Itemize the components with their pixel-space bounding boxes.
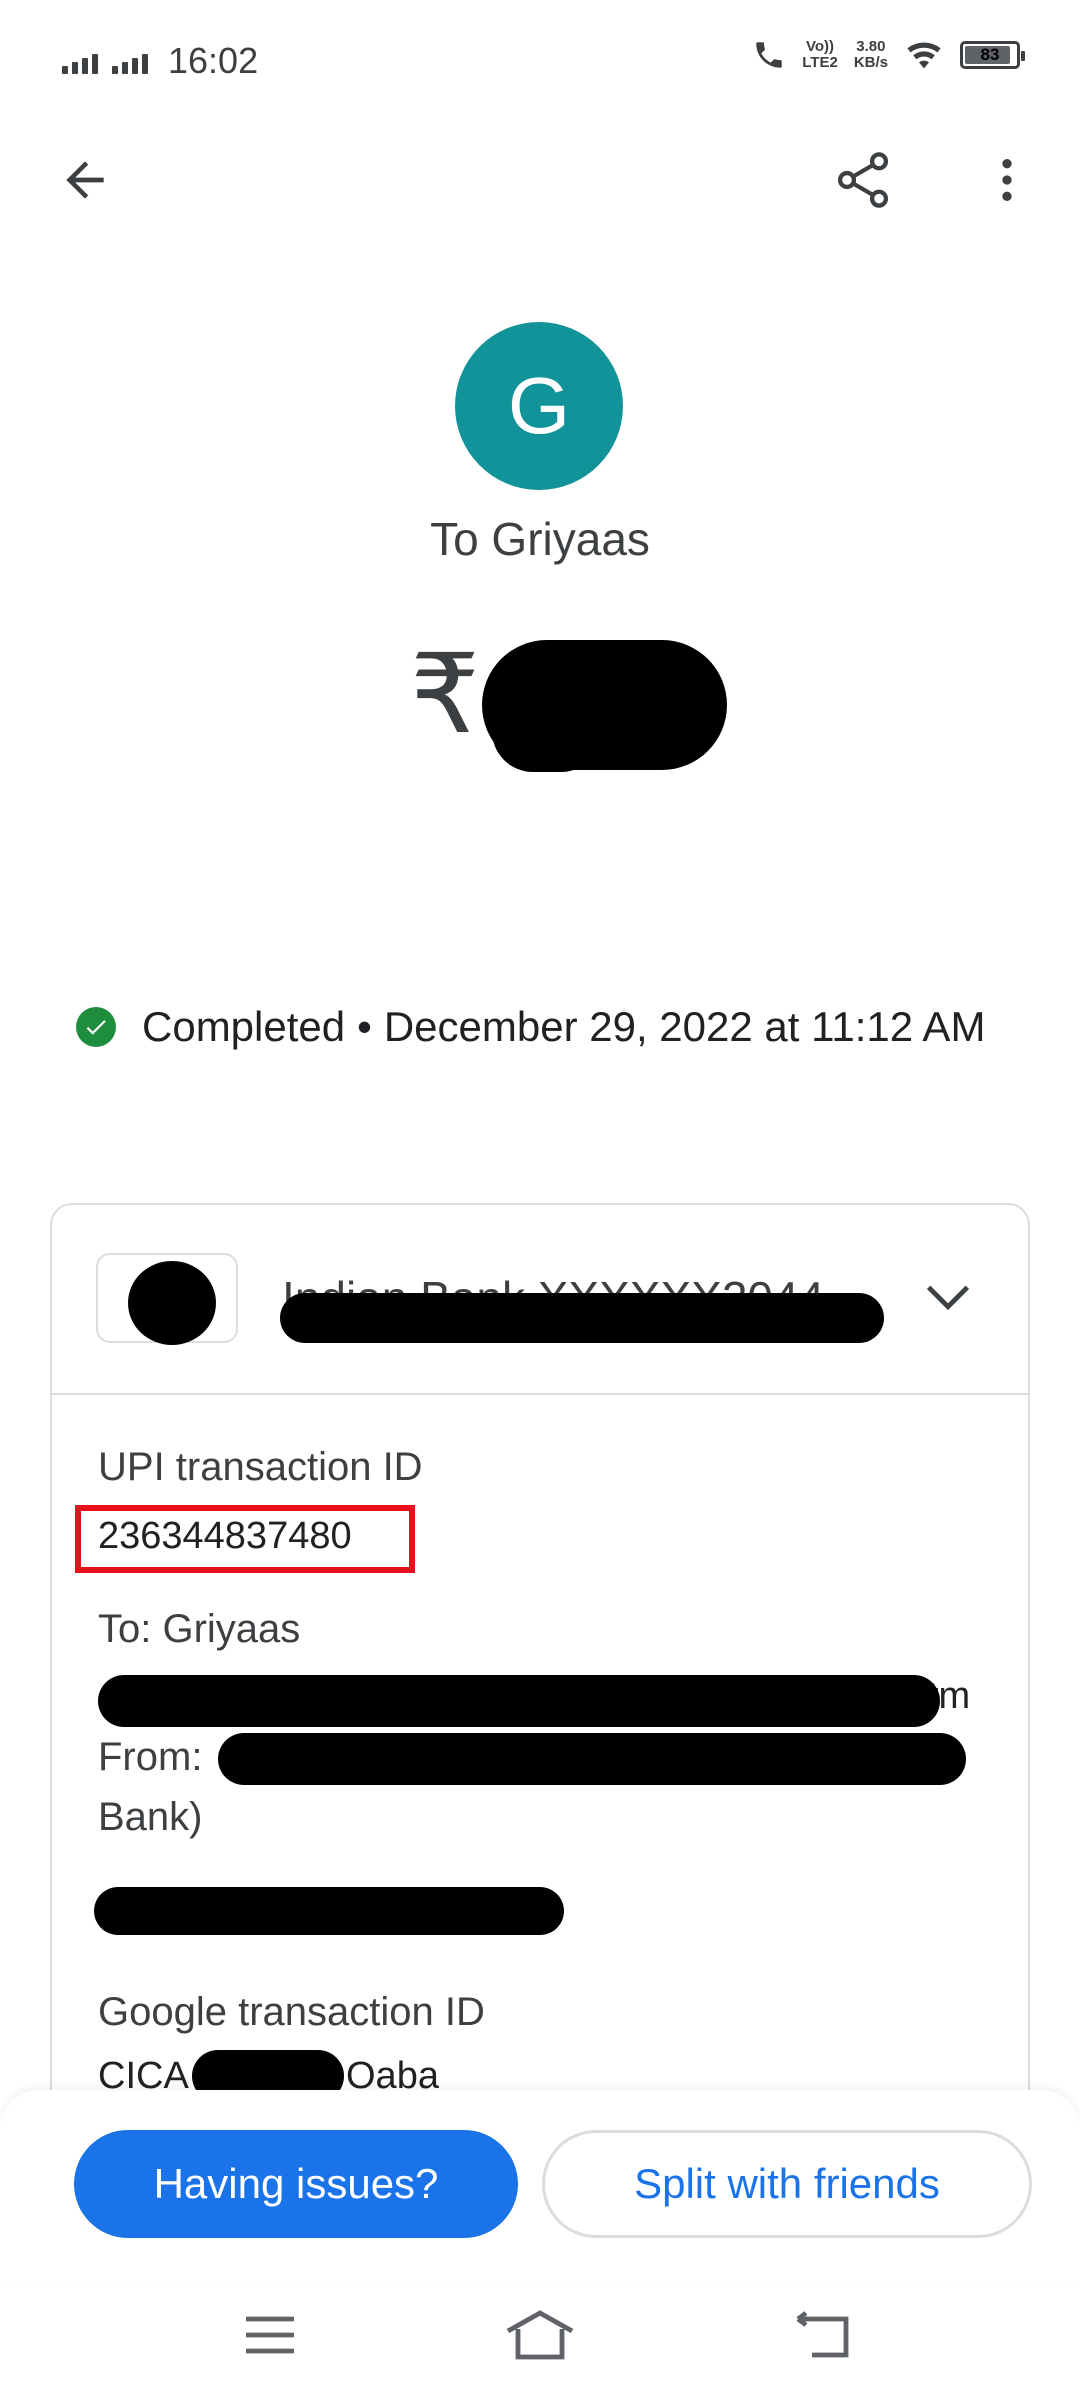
status-time: 16:02: [168, 40, 259, 81]
nav-back-button[interactable]: [772, 2300, 872, 2370]
status-separator: •: [357, 1003, 372, 1050]
expand-button[interactable]: [908, 1257, 988, 1337]
transaction-details-card: Indian Bank XXXXXX2044 UPI transaction I…: [50, 1203, 1030, 2203]
volte-top-label: Vo)): [806, 38, 835, 55]
upi-id-value: 236344837480: [98, 1515, 352, 1557]
transaction-status: Completed • December 29, 2022 at 11:12 A…: [76, 1003, 985, 1051]
status-datetime: December 29, 2022 at 11:12 AM: [383, 1003, 986, 1050]
status-text: Completed • December 29, 2022 at 11:12 A…: [142, 1003, 985, 1051]
split-with-friends-button[interactable]: Split with friends: [542, 2130, 1032, 2238]
wifi-calling-icon: [756, 42, 782, 68]
home-icon: [506, 2310, 574, 2360]
to-redaction: [98, 1675, 940, 1727]
volte-indicator: Vo)) LTE2: [802, 39, 838, 71]
recipient-avatar: G: [455, 322, 623, 490]
account-row[interactable]: Indian Bank XXXXXX2044: [52, 1205, 1028, 1395]
from-bank: Bank): [98, 1795, 203, 1839]
from-vpa-redaction: [94, 1887, 564, 1935]
nav-menu-button[interactable]: [220, 2300, 320, 2370]
arrow-back-icon: [66, 161, 104, 199]
check-circle-icon: [76, 1007, 116, 1047]
signal-sim1-icon: [62, 48, 98, 74]
google-id-label: Google transaction ID: [98, 1990, 485, 2034]
amount: ₹: [410, 630, 480, 758]
signal-sim2-icon: [112, 48, 148, 74]
system-nav-bar: [0, 2280, 1080, 2400]
app-bar: [0, 125, 1080, 235]
status-bar-right: Vo)) LTE2 3.80 KB/s 83: [752, 38, 1025, 72]
share-icon: [837, 152, 889, 208]
status-bar-left: 16:02: [62, 40, 258, 82]
from-redaction: [218, 1733, 966, 1785]
nav-home-button[interactable]: [490, 2300, 590, 2370]
more-vert-icon: [1002, 159, 1012, 201]
network-speed: 3.80 KB/s: [854, 39, 888, 71]
back-button[interactable]: [40, 135, 130, 225]
amount-redaction-blob: [492, 690, 602, 772]
from-label: From:: [98, 1735, 203, 1779]
battery-level: 83: [980, 45, 1000, 64]
battery-icon: 83: [960, 41, 1025, 69]
account-redaction: [280, 1293, 884, 1343]
status-bar: 16:02 Vo)) LTE2 3.80 KB/s 83: [0, 0, 1080, 125]
status-state: Completed: [142, 1003, 346, 1050]
to-label: To: Griyaas: [98, 1607, 301, 1651]
having-issues-button[interactable]: Having issues?: [74, 2130, 518, 2238]
bank-logo-redaction: [128, 1261, 216, 1345]
share-button[interactable]: [818, 135, 908, 225]
nav-back-icon: [796, 2311, 849, 2358]
recipient-name: To Griyaas: [430, 513, 650, 565]
upi-id-label: UPI transaction ID: [98, 1445, 423, 1489]
network-speed-unit: KB/s: [853, 54, 888, 71]
bank-logo: [96, 1253, 238, 1345]
action-bar: Having issues? Split with friends: [0, 2090, 1080, 2280]
currency-symbol: ₹: [410, 633, 480, 756]
network-speed-value: 3.80: [856, 38, 886, 55]
more-options-button[interactable]: [962, 135, 1052, 225]
menu-icon: [246, 2316, 294, 2354]
chevron-down-icon: [926, 1285, 970, 1311]
wifi-icon: [907, 42, 941, 69]
volte-bottom-label: LTE2: [802, 54, 838, 71]
